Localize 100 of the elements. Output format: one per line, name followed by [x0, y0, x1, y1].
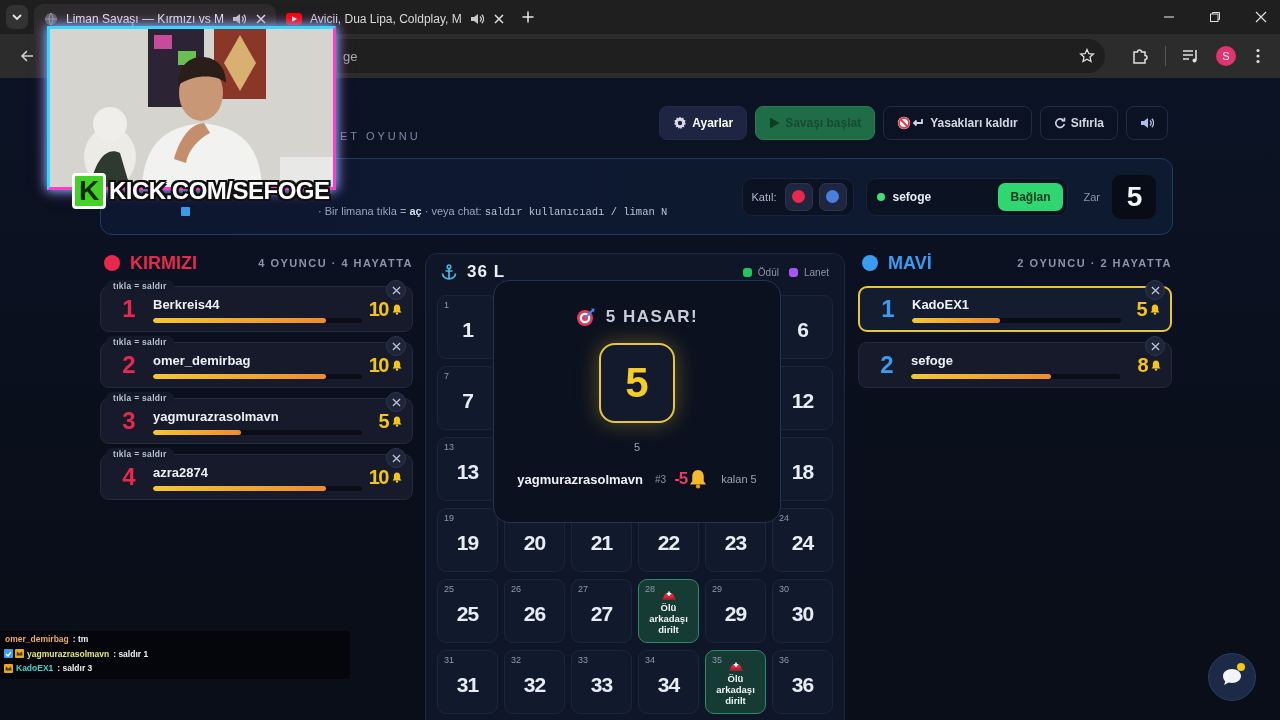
port-tile[interactable]: 30 30	[772, 579, 833, 643]
revive-tile[interactable]: 28 Ölü arkadaşı dirilt	[638, 579, 699, 643]
port-tile[interactable]: 33 33	[571, 650, 632, 714]
arena-title: 36 L	[467, 262, 506, 282]
player-rank: 4	[121, 463, 137, 491]
legend-label: Lanet	[803, 266, 829, 278]
port-tile[interactable]: 29 29	[705, 579, 766, 643]
settings-button[interactable]: Ayarlar	[659, 106, 748, 140]
square-icon	[181, 207, 190, 216]
chat-message: : saldır 1	[113, 648, 149, 659]
player-name: azra2874	[153, 465, 209, 480]
plus-icon[interactable]	[521, 11, 534, 23]
player-hp: 5	[1136, 297, 1146, 321]
globe-icon	[44, 12, 58, 26]
speech-bubble-icon	[1221, 667, 1243, 687]
speaker-icon	[469, 13, 484, 25]
restore-icon[interactable]	[1209, 11, 1221, 23]
close-icon	[391, 397, 401, 407]
port-tile[interactable]: 27 27	[571, 579, 632, 643]
team-join-button[interactable]	[784, 182, 813, 211]
chat-button[interactable]	[1208, 653, 1256, 701]
port-tile[interactable]: 36 36	[772, 650, 833, 714]
remove-button[interactable]	[386, 392, 406, 412]
port-tile[interactable]: 26 26	[504, 579, 565, 643]
port-tile[interactable]: 25 25	[437, 579, 498, 643]
tab-list-button[interactable]	[6, 5, 28, 29]
browser-tab[interactable]: Avicii, Dua Lipa, Coldplay, M	[276, 4, 514, 34]
dice-value: 5	[1112, 174, 1156, 219]
player-name: KadoEX1	[912, 297, 971, 312]
star-icon[interactable]	[1079, 48, 1095, 64]
roll-caption: 5	[633, 441, 641, 453]
chat-username: yagmurazrasolmavn	[27, 648, 110, 659]
remove-button[interactable]	[386, 280, 406, 300]
target-icon	[575, 307, 596, 327]
player-name: sefoge	[911, 353, 954, 368]
chat-username: omer_demirbag	[5, 634, 69, 645]
close-icon	[391, 341, 401, 351]
team-name: MAVİ	[888, 252, 932, 274]
chevron-icon[interactable]	[11, 11, 23, 23]
port-tile[interactable]: 31 31	[437, 650, 498, 714]
video-icon	[286, 13, 303, 25]
legend-label: Ödül	[757, 266, 779, 278]
remove-button[interactable]	[386, 448, 406, 468]
remove-button[interactable]	[1145, 336, 1165, 356]
player-name: omer_demirbag	[153, 353, 252, 368]
port-tile[interactable]: 24 24	[772, 508, 833, 572]
join-label: Katıl:	[751, 190, 777, 203]
chat-message: : tm	[72, 634, 89, 645]
remove-button[interactable]	[1145, 280, 1165, 300]
back-icon[interactable]	[20, 49, 34, 63]
revive-tile[interactable]: 35 Ölü arkadaşı dirilt	[705, 650, 766, 714]
close-icon	[1150, 285, 1160, 295]
player-card[interactable]: 2 sefoge 8	[858, 342, 1172, 388]
attack-hint: tıkla = saldır	[106, 448, 174, 460]
attack-hint: tıkla = saldır	[106, 336, 174, 348]
remaining-lives: kalan 5	[721, 473, 757, 485]
media-queue-icon[interactable]	[1182, 48, 1200, 64]
player-rank: #3	[655, 473, 667, 485]
sound-button[interactable]	[1126, 106, 1168, 140]
puzzle-icon[interactable]	[1131, 47, 1149, 65]
speaker-icon	[1140, 117, 1154, 129]
profile-avatar[interactable]: S	[1216, 46, 1236, 66]
close-icon[interactable]	[493, 14, 504, 24]
menu-icon[interactable]	[1256, 48, 1260, 64]
team-stats: 2 OYUNCU · 2 HAYATTA	[1017, 257, 1172, 269]
username-field[interactable]: sefoge	[892, 189, 999, 204]
player-hp: 8	[1137, 353, 1147, 377]
port-tile[interactable]: 34 34	[638, 650, 699, 714]
app-subtitle: ET OYUNU	[339, 130, 421, 142]
hint-text: · Bir limana tıkla = aç · veya chat: saldır kullanıcıadı / liman N	[318, 205, 668, 218]
close-icon	[391, 453, 401, 463]
dice-label: Zar	[1083, 190, 1100, 203]
gear-icon	[673, 116, 688, 130]
reset-button[interactable]: Sıfırla	[1039, 106, 1118, 140]
bell-icon	[689, 469, 708, 489]
player-rank: 2	[121, 351, 137, 379]
player-card[interactable]: 1 KadoEX1 5	[858, 286, 1172, 332]
player-name: yagmurazrasolmavn	[153, 409, 280, 424]
modal-title: 5 HASAR!	[605, 307, 699, 327]
dice-result: 5	[599, 343, 675, 423]
address-field[interactable]: ge	[337, 39, 1105, 73]
chat-message: : saldır 3	[57, 663, 93, 674]
bell-icon	[392, 303, 402, 315]
team-join-button[interactable]	[818, 182, 847, 211]
chat-username: KadoEX1	[16, 663, 54, 674]
connect-button[interactable]: Bağlan	[998, 182, 1063, 211]
player-rank: 2	[879, 351, 895, 379]
crown-icon	[15, 649, 24, 659]
bell-icon	[1151, 359, 1161, 371]
team-name: KIRMIZI	[130, 252, 197, 274]
logo: K	[72, 173, 106, 209]
close-icon[interactable]	[1255, 11, 1267, 23]
bell-icon	[392, 471, 402, 483]
remove-button[interactable]	[386, 336, 406, 356]
badge-icon	[4, 649, 13, 659]
close-icon[interactable]	[256, 14, 267, 24]
port-tile[interactable]: 19 19	[437, 508, 498, 572]
port-tile[interactable]: 32 32	[504, 650, 565, 714]
unban-button[interactable]: Yasakları kaldır	[883, 106, 1032, 140]
team-stats: 4 OYUNCU · 4 HAYATTA	[258, 257, 413, 269]
